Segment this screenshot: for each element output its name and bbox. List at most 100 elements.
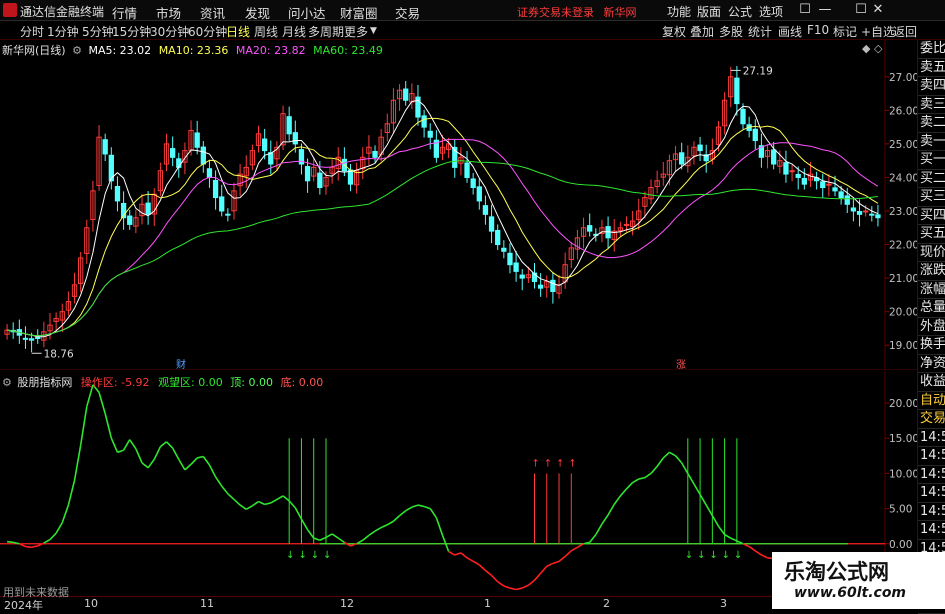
menu-trade[interactable]: 交易 [395,3,420,22]
period-more[interactable]: 更多 [344,23,368,40]
tool-adjust[interactable]: 复权 [662,23,686,40]
sidebar-item-6[interactable]: 买一 [918,151,945,170]
restore-window-icon[interactable]: ☐ [797,2,813,18]
panel-controls[interactable]: ◆ ◇ [862,42,882,55]
ma60-line [7,161,878,336]
quote-sidebar: 委比卖五卖四卖三卖二卖一买一买二买三买四买五现价涨跌涨幅总量外盘换手净资收益自动… [917,40,945,596]
sidebar-item-9[interactable]: 买四 [918,207,945,226]
indicator-segment [565,551,571,557]
indicator-segment [62,505,68,523]
maximize-window-icon[interactable]: ☐ [853,2,869,18]
price-tick-label: 20.00 [889,307,917,319]
tool-draw-line[interactable]: 画线 [778,23,802,40]
more-dropdown-icon[interactable]: ▼ [370,26,377,36]
tool-overlay[interactable]: 叠加 [690,23,714,40]
sidebar-item-3[interactable]: 卖三 [918,96,945,115]
tool-statistics[interactable]: 统计 [748,23,772,40]
menu-discover[interactable]: 发现 [245,3,270,22]
menu-ask-xiaoda[interactable]: 问小达 [288,3,326,22]
sidebar-item-8[interactable]: 买三 [918,188,945,207]
collapse-icon[interactable]: ◆ [862,42,870,55]
candle-body [220,197,224,211]
indicator-segment [167,442,173,448]
candle-body [305,167,309,181]
menu-formula[interactable]: 公式 [728,3,752,20]
candle-body [772,150,776,164]
candle-body [213,180,217,197]
menu-quotes[interactable]: 行情 [112,3,137,22]
sidebar-item-19[interactable]: 自动 [918,392,945,411]
sidebar-item-18[interactable]: 收益 [918,373,945,392]
price-tick-label: 26.00 [889,105,917,117]
candle-body [29,339,33,340]
sidebar-item-5[interactable]: 卖一 [918,133,945,152]
sidebar-item-15[interactable]: 外盘 [918,318,945,337]
candle-body [588,226,592,232]
menu-layout[interactable]: 版面 [697,3,721,20]
menu-wealth-circle[interactable]: 财富圈 [340,3,378,22]
sidebar-item-23[interactable]: 14:56 [918,466,945,485]
down-arrow: ↓ [709,550,717,561]
menu-market[interactable]: 市场 [156,3,181,22]
indicator-segment [694,484,700,495]
login-notice[interactable]: 证券交易未登录 新华网 [517,4,637,20]
period-daily[interactable]: 日线 [226,23,250,40]
tool-f10[interactable]: F10 [807,23,829,37]
menu-news[interactable]: 资讯 [200,3,225,22]
close-window-icon[interactable]: ✕ [870,2,886,18]
candle-body [502,248,506,251]
candle-body [428,131,432,137]
tool-mark[interactable]: 标记 [833,23,857,40]
indicator-segment [393,516,399,522]
candle-body [821,182,825,188]
indicator-segment [651,466,657,473]
sidebar-item-16[interactable]: 换手 [918,336,945,355]
candle-body [23,338,27,339]
kline-chart[interactable]: 19.0020.0021.0022.0023.0024.0025.0026.00… [0,40,917,370]
indicator-segment [124,440,130,451]
tool-multi-stock[interactable]: 多股 [719,23,743,40]
period-multi[interactable]: 多周期 [308,23,344,40]
sidebar-item-22[interactable]: 14:56 [918,447,945,466]
period-30min[interactable]: 30分钟 [150,23,189,40]
period-5min[interactable]: 5分钟 [82,23,114,40]
menu-functions[interactable]: 功能 [667,3,691,20]
sidebar-item-12[interactable]: 涨跌 [918,262,945,281]
tool-add-watchlist[interactable]: +自选 [861,23,895,40]
sidebar-item-20[interactable]: 交易 [918,410,945,429]
minimize-window-icon[interactable]: — [817,2,833,18]
sidebar-item-24[interactable]: 14:56 [918,484,945,503]
period-monthly[interactable]: 月线 [282,23,306,40]
indicator-segment [179,459,185,470]
candle-body [128,216,132,224]
sidebar-item-17[interactable]: 净资 [918,355,945,374]
candle-body [404,89,408,100]
indicator-settings-icon[interactable]: ⚙ [2,376,12,389]
sidebar-item-21[interactable]: 14:56 [918,429,945,448]
sidebar-item-11[interactable]: 现价 [918,244,945,263]
sidebar-item-2[interactable]: 卖四 [918,77,945,96]
sidebar-item-14[interactable]: 总量 [918,299,945,318]
candle-body [226,214,230,215]
period-60min[interactable]: 60分钟 [188,23,227,40]
sidebar-item-4[interactable]: 卖二 [918,114,945,133]
indicator-segment [528,580,534,585]
settings-gear-icon[interactable]: ⚙ [72,44,82,57]
sidebar-item-13[interactable]: 涨幅 [918,281,945,300]
period-weekly[interactable]: 周线 [254,23,278,40]
period-intraday[interactable]: 分时 [20,23,44,40]
indicator-segment [99,393,105,414]
expand-icon[interactable]: ◇ [874,42,882,55]
sidebar-item-25[interactable]: 14:56 [918,503,945,522]
period-1min[interactable]: 1分钟 [47,23,79,40]
kline-panel[interactable]: 19.0020.0021.0022.0023.0024.0025.0026.00… [0,40,917,370]
sidebar-item-1[interactable]: 卖五 [918,59,945,78]
sidebar-item-10[interactable]: 买五 [918,225,945,244]
candle-body [496,230,500,244]
sidebar-item-7[interactable]: 买二 [918,170,945,189]
sidebar-item-26[interactable]: 14:56 [918,521,945,540]
sidebar-item-0[interactable]: 委比 [918,40,945,59]
menu-options[interactable]: 选项 [759,3,783,20]
period-15min[interactable]: 15分钟 [112,23,151,40]
tool-back[interactable]: 返回 [893,23,917,40]
